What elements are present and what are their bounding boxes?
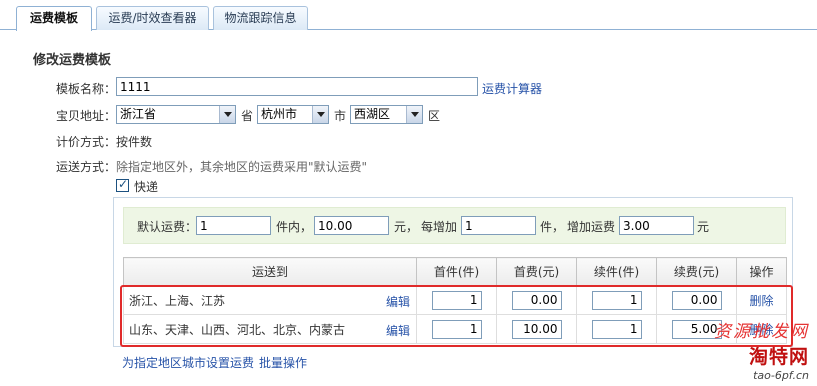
district-value: 西湖区 xyxy=(354,107,391,121)
add-qty-input[interactable] xyxy=(591,319,642,339)
tab-freight-template[interactable]: 运费模板 xyxy=(16,6,92,31)
city-select[interactable]: 杭州市 xyxy=(257,105,329,124)
col-action: 操作 xyxy=(736,257,787,286)
batch-operation-link[interactable]: 批量操作 xyxy=(259,354,307,371)
first-fee-cell xyxy=(496,314,577,344)
chevron-down-icon xyxy=(312,106,328,123)
region-cell: 浙江、上海、江苏 编辑 xyxy=(123,285,417,315)
each-add-label: 每增加 xyxy=(421,220,458,234)
template-name-input[interactable] xyxy=(116,77,478,96)
pieces-label: 件， xyxy=(540,220,565,234)
add-fee-cell xyxy=(656,314,737,344)
within-pieces-label: 件内， xyxy=(276,220,313,234)
table-row: 浙江、上海、江苏 编辑 删除 xyxy=(123,285,787,315)
col-destination: 运送到 xyxy=(123,257,417,286)
freight-calculator-link[interactable]: 运费计算器 xyxy=(482,80,542,97)
col-first-qty: 首件(件) xyxy=(416,257,497,286)
col-first-fee: 首费(元) xyxy=(496,257,577,286)
col-add-qty: 续件(件) xyxy=(576,257,657,286)
chevron-down-icon xyxy=(406,106,422,123)
yuan-end-label: 元 xyxy=(697,220,710,234)
default-add-fee-input[interactable] xyxy=(619,216,694,235)
add-qty-cell xyxy=(576,285,657,315)
add-qty-input[interactable] xyxy=(591,290,642,310)
region-list: 浙江、上海、江苏 xyxy=(129,293,226,308)
table-row: 山东、天津、山西、河北、北京、内蒙古 编辑 删除 xyxy=(123,314,787,344)
shipping-method-label: 运送方式： xyxy=(56,160,117,174)
province-select[interactable]: 浙江省 xyxy=(116,105,236,124)
delete-row-link[interactable]: 删除 xyxy=(749,323,773,337)
table-header-row: 运送到 首件(件) 首费(元) 续件(件) 续费(元) 操作 xyxy=(123,257,787,286)
province-value: 浙江省 xyxy=(120,107,157,121)
express-label: 快递 xyxy=(134,180,159,194)
region-list: 山东、天津、山西、河北、北京、内蒙古 xyxy=(129,322,346,337)
first-fee-cell xyxy=(496,285,577,315)
pricing-method-value: 按件数 xyxy=(116,135,153,149)
tab-freight-viewer[interactable]: 运费/时效查看器 xyxy=(96,6,209,30)
express-checkbox[interactable] xyxy=(116,177,129,192)
first-fee-input[interactable] xyxy=(511,319,562,339)
tab-logistics-tracking[interactable]: 物流跟踪信息 xyxy=(213,6,308,30)
freight-region-table: 运送到 首件(件) 首费(元) 续件(件) 续费(元) 操作 浙江、上海、江苏 … xyxy=(123,257,787,344)
add-fee-input[interactable] xyxy=(671,319,722,339)
pricing-method-label: 计价方式： xyxy=(56,135,117,149)
shipping-method-note: 除指定地区外，其余地区的运费采用"默认运费" xyxy=(116,160,368,174)
set-city-freight-link[interactable]: 为指定地区城市设置运费 xyxy=(122,354,254,371)
add-fee-input[interactable] xyxy=(671,290,722,310)
add-fee-cell xyxy=(656,285,737,315)
col-add-fee: 续费(元) xyxy=(656,257,737,286)
add-qty-cell xyxy=(576,314,657,344)
item-address-label: 宝贝地址： xyxy=(56,109,117,123)
district-select[interactable]: 西湖区 xyxy=(350,105,423,124)
default-add-qty-input[interactable] xyxy=(461,216,536,235)
action-cell: 删除 xyxy=(736,285,787,315)
add-fee-label: 增加运费 xyxy=(567,220,616,234)
edit-regions-link[interactable]: 编辑 xyxy=(386,293,410,310)
yuan-label: 元， xyxy=(394,220,419,234)
watermark-line3: tao-6pf.cn xyxy=(753,369,809,382)
default-first-fee-input[interactable] xyxy=(314,216,389,235)
chevron-down-icon xyxy=(219,106,235,123)
first-qty-input[interactable] xyxy=(431,290,482,310)
first-qty-cell xyxy=(416,314,497,344)
district-suffix: 区 xyxy=(428,109,441,123)
first-qty-cell xyxy=(416,285,497,315)
delete-row-link[interactable]: 删除 xyxy=(749,294,773,308)
province-suffix: 省 xyxy=(241,109,254,123)
edit-regions-link[interactable]: 编辑 xyxy=(386,322,410,339)
first-qty-input[interactable] xyxy=(431,319,482,339)
default-first-qty-input[interactable] xyxy=(196,216,271,235)
tab-bar: 运费模板 运费/时效查看器 物流跟踪信息 xyxy=(0,0,817,31)
region-cell: 山东、天津、山西、河北、北京、内蒙古 编辑 xyxy=(123,314,417,344)
city-suffix: 市 xyxy=(334,109,347,123)
city-value: 杭州市 xyxy=(261,107,298,121)
default-fee-label: 默认运费： xyxy=(137,220,198,234)
first-fee-input[interactable] xyxy=(511,290,562,310)
action-cell: 删除 xyxy=(736,314,787,344)
template-name-label: 模板名称： xyxy=(56,82,117,96)
page-title: 修改运费模板 xyxy=(33,53,112,68)
